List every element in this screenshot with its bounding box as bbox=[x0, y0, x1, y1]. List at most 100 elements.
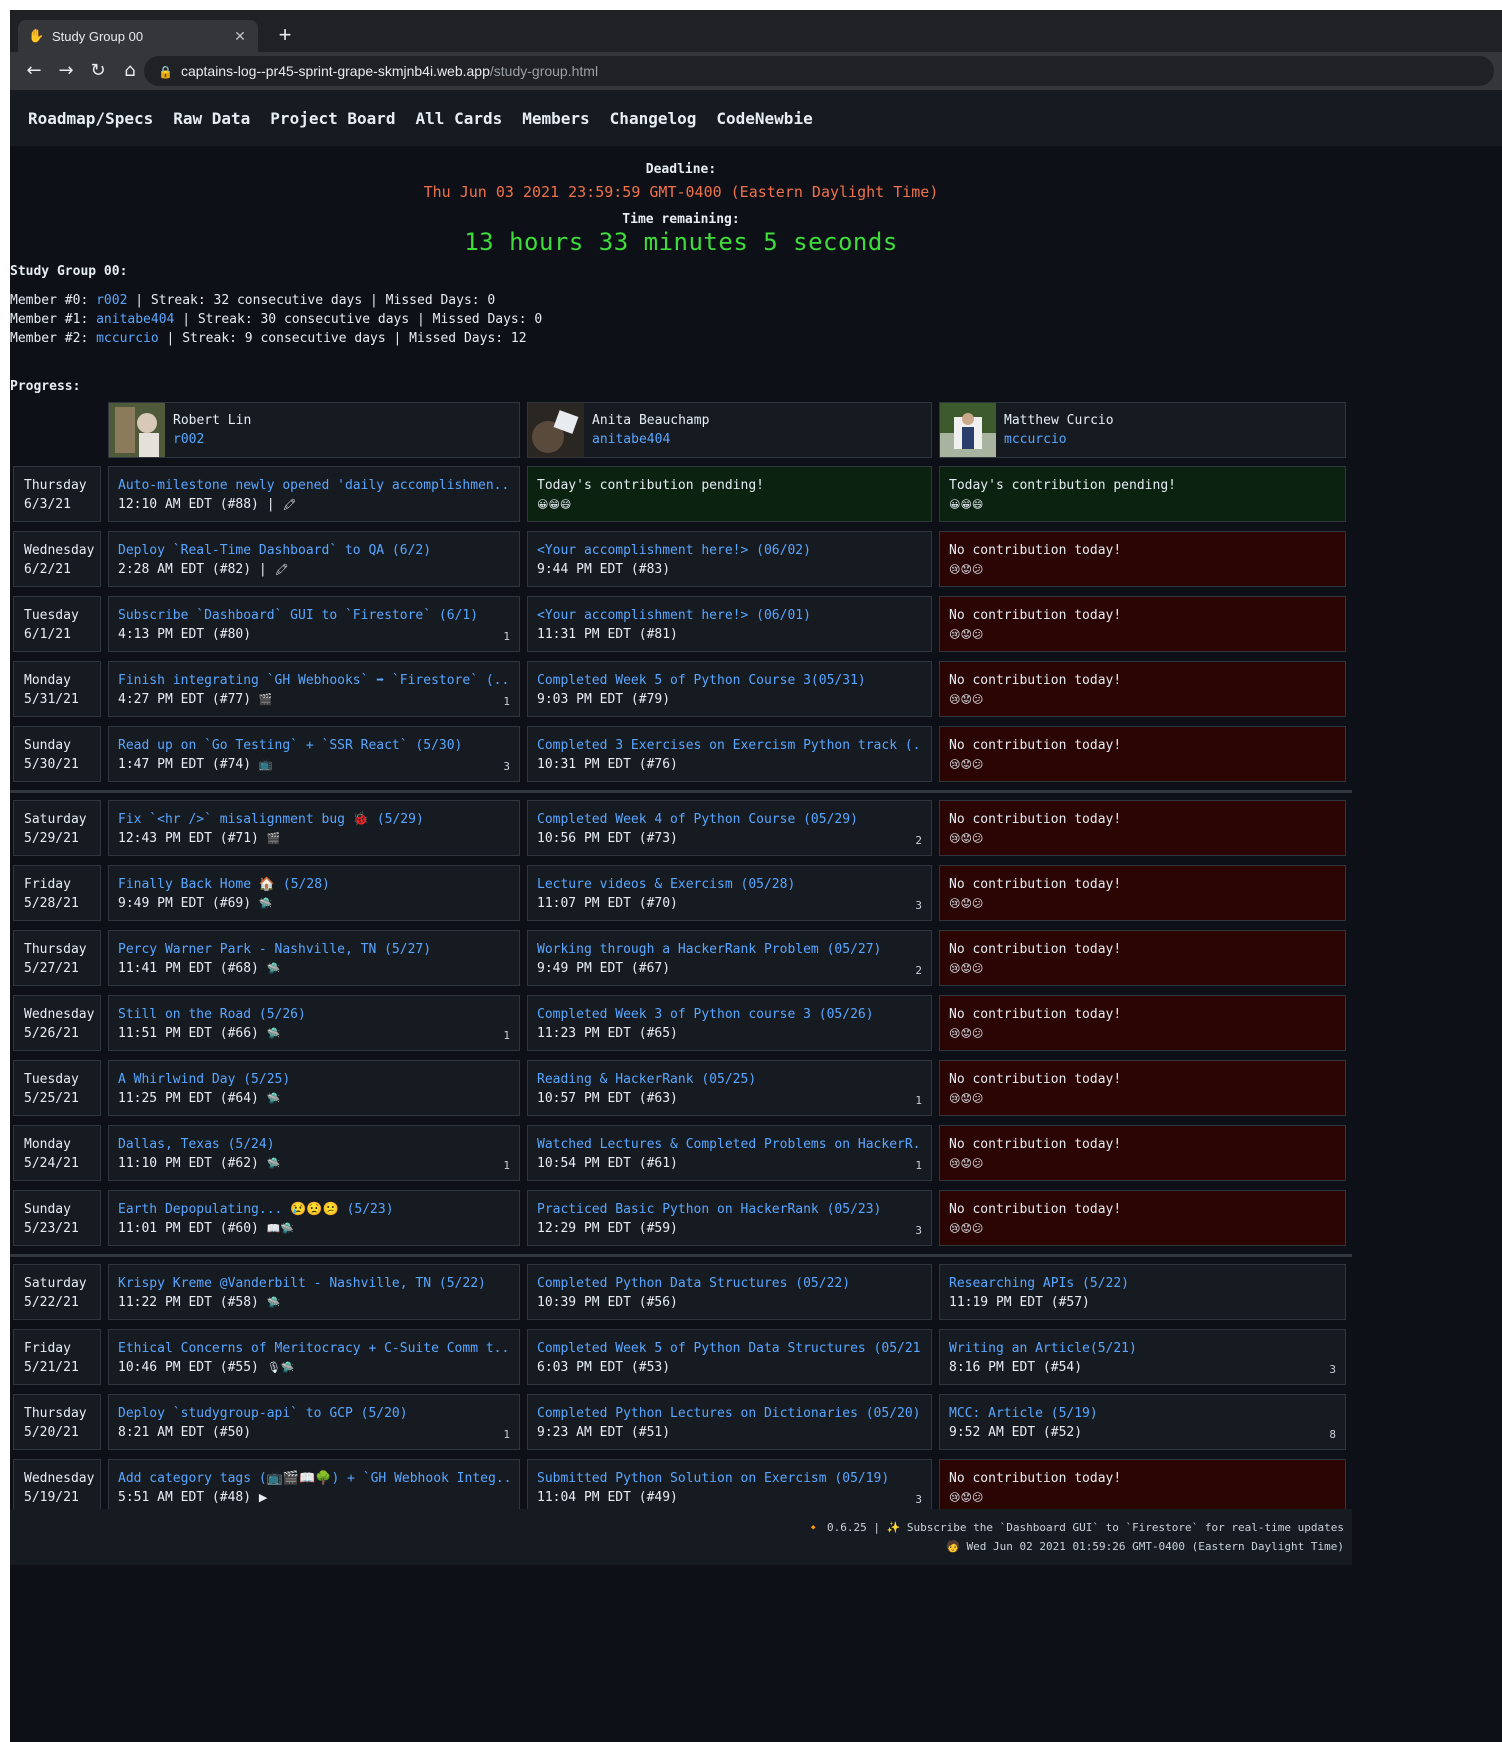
card-title-link[interactable]: Add category tags (📺🎬📖🌳) + `GH Webhook I… bbox=[118, 1469, 509, 1488]
contribution-card[interactable]: Completed Python Data Structures (05/22)… bbox=[527, 1264, 932, 1320]
day-date: 5/23/21 bbox=[24, 1221, 79, 1236]
nav-all-cards[interactable]: All Cards bbox=[416, 109, 503, 128]
member-link[interactable]: mccurcio bbox=[96, 331, 159, 346]
person-username-link[interactable]: mccurcio bbox=[1004, 432, 1067, 447]
contribution-card[interactable]: Ethical Concerns of Meritocracy + C-Suit… bbox=[108, 1329, 520, 1385]
card-title-link[interactable]: Completed Week 5 of Python Data Structur… bbox=[537, 1339, 921, 1358]
card-title-link[interactable]: Completed Python Data Structures (05/22) bbox=[537, 1274, 921, 1293]
card-status-text: No contribution today! bbox=[949, 608, 1122, 623]
contribution-card[interactable]: Still on the Road (5/26) 11:51 PM EDT (#6… bbox=[108, 995, 520, 1051]
contribution-card[interactable]: Practiced Basic Python on HackerRank (05… bbox=[527, 1190, 932, 1246]
person-username-link[interactable]: r002 bbox=[173, 432, 204, 447]
contribution-card[interactable]: Submitted Python Solution on Exercism (0… bbox=[527, 1459, 932, 1515]
card-meta: 9:49 PM EDT (#67) bbox=[537, 959, 931, 978]
nav-roadmap-specs[interactable]: Roadmap/Specs bbox=[28, 109, 153, 128]
nav-changelog[interactable]: Changelog bbox=[610, 109, 697, 128]
card-title-link[interactable]: Researching APIs (5/22) bbox=[949, 1274, 1335, 1293]
card-title-link[interactable]: Dallas, Texas (5/24) bbox=[118, 1135, 509, 1154]
card-title-link[interactable]: Completed Week 4 of Python Course (05/29… bbox=[537, 810, 921, 829]
day-date: 5/30/21 bbox=[24, 757, 79, 772]
card-title-link[interactable]: Earth Depopulating... 😢😟😕 (5/23) bbox=[118, 1200, 509, 1219]
card-timestamp: 11:25 PM EDT (#64) bbox=[118, 1091, 267, 1106]
contribution-card[interactable]: Read up on `Go Testing` + `SSR React` (5… bbox=[108, 726, 520, 782]
contribution-card[interactable]: <Your accomplishment here!> (06/01) 11:31… bbox=[527, 596, 932, 652]
nav-members[interactable]: Members bbox=[522, 109, 589, 128]
card-title-link[interactable]: Practiced Basic Python on HackerRank (05… bbox=[537, 1200, 921, 1219]
browser-tab[interactable]: ✋ Study Group 00 ✕ bbox=[18, 20, 258, 52]
contribution-card[interactable]: MCC: Article (5/19) 9:52 AM EDT (#52) 8 bbox=[939, 1394, 1346, 1450]
category-tags-icon: 📺 bbox=[258, 758, 273, 771]
card-title-link[interactable]: Krispy Kreme @Vanderbilt - Nashville, TN… bbox=[118, 1274, 509, 1293]
card-title-link[interactable]: <Your accomplishment here!> (06/01) bbox=[537, 606, 921, 625]
contribution-card[interactable]: Writing an Article(5/21) 8:16 PM EDT (#54… bbox=[939, 1329, 1346, 1385]
reload-icon[interactable]: ↻ bbox=[82, 55, 114, 87]
nav-codenewbie[interactable]: CodeNewbie bbox=[716, 109, 812, 128]
card-title-link[interactable]: Submitted Python Solution on Exercism (0… bbox=[537, 1469, 921, 1488]
new-tab-icon[interactable]: + bbox=[272, 22, 298, 48]
contribution-card[interactable]: Completed Week 3 of Python course 3 (05/… bbox=[527, 995, 932, 1051]
contribution-card[interactable]: Krispy Kreme @Vanderbilt - Nashville, TN… bbox=[108, 1264, 520, 1320]
contribution-card[interactable]: Completed 3 Exercises on Exercism Python… bbox=[527, 726, 932, 782]
card-title-link[interactable]: Completed Week 5 of Python Course 3(05/3… bbox=[537, 671, 921, 690]
contribution-card[interactable]: Percy Warner Park - Nashville, TN (5/27)… bbox=[108, 930, 520, 986]
contribution-card[interactable]: Researching APIs (5/22) 11:19 PM EDT (#57… bbox=[939, 1264, 1346, 1320]
card-title-link[interactable]: Finally Back Home 🏠 (5/28) bbox=[118, 875, 509, 894]
contribution-card[interactable]: Subscribe `Dashboard` GUI to `Firestore`… bbox=[108, 596, 520, 652]
card-title-link[interactable]: A Whirlwind Day (5/25) bbox=[118, 1070, 509, 1089]
nav-raw-data[interactable]: Raw Data bbox=[173, 109, 250, 128]
contribution-card[interactable]: Deploy `Real-Time Dashboard` to QA (6/2)… bbox=[108, 531, 520, 587]
contribution-card[interactable]: Completed Python Lectures on Dictionarie… bbox=[527, 1394, 932, 1450]
card-title-link[interactable]: Completed Week 3 of Python course 3 (05/… bbox=[537, 1005, 921, 1024]
contribution-card[interactable]: Auto-milestone newly opened 'daily accom… bbox=[108, 466, 520, 522]
member-link[interactable]: anitabe404 bbox=[96, 312, 174, 327]
member-stats: | Streak: 30 consecutive days | Missed D… bbox=[174, 312, 543, 327]
card-title-link[interactable]: Auto-milestone newly opened 'daily accom… bbox=[118, 476, 509, 495]
card-title-link[interactable]: Deploy `Real-Time Dashboard` to QA (6/2) bbox=[118, 541, 509, 560]
contribution-card[interactable]: Working through a HackerRank Problem (05… bbox=[527, 930, 932, 986]
nav-project-board[interactable]: Project Board bbox=[270, 109, 395, 128]
card-title-link[interactable]: Writing an Article(5/21) bbox=[949, 1339, 1335, 1358]
card-title-link[interactable]: Completed 3 Exercises on Exercism Python… bbox=[537, 736, 921, 755]
card-title-link[interactable]: Deploy `studygroup-api` to GCP (5/20) bbox=[118, 1404, 509, 1423]
contribution-card[interactable]: Completed Week 4 of Python Course (05/29… bbox=[527, 800, 932, 856]
contribution-card[interactable]: A Whirlwind Day (5/25) 11:25 PM EDT (#64)… bbox=[108, 1060, 520, 1116]
card-title-link[interactable]: Read up on `Go Testing` + `SSR React` (5… bbox=[118, 736, 509, 755]
card-title-link[interactable]: Finish integrating `GH Webhooks` ➡ `Fire… bbox=[118, 671, 509, 690]
member-link[interactable]: r002 bbox=[96, 293, 127, 308]
contribution-card[interactable]: Completed Week 5 of Python Course 3(05/3… bbox=[527, 661, 932, 717]
card-title-link[interactable]: Lecture videos & Exercism (05/28) bbox=[537, 875, 921, 894]
card-title-link[interactable]: MCC: Article (5/19) bbox=[949, 1404, 1335, 1423]
card-title-link[interactable]: Working through a HackerRank Problem (05… bbox=[537, 940, 921, 959]
card-timestamp: 10:46 PM EDT (#55) bbox=[118, 1360, 267, 1375]
address-bar[interactable]: 🔒 captains-log--pr45-sprint-grape-skmjnb4… bbox=[144, 56, 1494, 86]
member-stats: | Streak: 9 consecutive days | Missed Da… bbox=[158, 331, 527, 346]
card-title-link[interactable]: Completed Python Lectures on Dictionarie… bbox=[537, 1404, 921, 1423]
contribution-card[interactable]: Finish integrating `GH Webhooks` ➡ `Fire… bbox=[108, 661, 520, 717]
contribution-card[interactable]: Fix `<hr />` misalignment bug 🐞 (5/29) 12… bbox=[108, 800, 520, 856]
contribution-card[interactable]: Watched Lectures & Completed Problems on… bbox=[527, 1125, 932, 1181]
home-icon[interactable]: ⌂ bbox=[114, 55, 146, 87]
contribution-card[interactable]: Dallas, Texas (5/24) 11:10 PM EDT (#62) 🛸… bbox=[108, 1125, 520, 1181]
contribution-card[interactable]: Earth Depopulating... 😢😟😕 (5/23) 11:01 PM… bbox=[108, 1190, 520, 1246]
card-title-link[interactable]: Still on the Road (5/26) bbox=[118, 1005, 509, 1024]
card-meta: 4:27 PM EDT (#77) 🎬 bbox=[118, 690, 519, 709]
person-username-link[interactable]: anitabe404 bbox=[592, 432, 670, 447]
contribution-card[interactable]: Finally Back Home 🏠 (5/28) 9:49 PM EDT (#… bbox=[108, 865, 520, 921]
contribution-card[interactable]: Deploy `studygroup-api` to GCP (5/20) 8:2… bbox=[108, 1394, 520, 1450]
close-tab-icon[interactable]: ✕ bbox=[232, 28, 248, 45]
card-title-link[interactable]: Fix `<hr />` misalignment bug 🐞 (5/29) bbox=[118, 810, 509, 829]
contribution-card[interactable]: Reading & HackerRank (05/25) 10:57 PM EDT… bbox=[527, 1060, 932, 1116]
contribution-card[interactable]: Lecture videos & Exercism (05/28) 11:07 P… bbox=[527, 865, 932, 921]
contribution-card[interactable]: Completed Week 5 of Python Data Structur… bbox=[527, 1329, 932, 1385]
day-cell: Friday 5/21/21 bbox=[13, 1329, 101, 1385]
contribution-card[interactable]: Add category tags (📺🎬📖🌳) + `GH Webhook I… bbox=[108, 1459, 520, 1515]
contribution-card[interactable]: <Your accomplishment here!> (06/02) 9:44 … bbox=[527, 531, 932, 587]
card-title-link[interactable]: Percy Warner Park - Nashville, TN (5/27) bbox=[118, 940, 509, 959]
forward-arrow-icon[interactable]: → bbox=[50, 55, 82, 87]
card-title-link[interactable]: Ethical Concerns of Meritocracy + C-Suit… bbox=[118, 1339, 509, 1358]
card-title-link[interactable]: <Your accomplishment here!> (06/02) bbox=[537, 541, 921, 560]
card-title-link[interactable]: Reading & HackerRank (05/25) bbox=[537, 1070, 921, 1089]
back-arrow-icon[interactable]: ← bbox=[18, 55, 50, 87]
card-title-link[interactable]: Watched Lectures & Completed Problems on… bbox=[537, 1135, 921, 1154]
card-title-link[interactable]: Subscribe `Dashboard` GUI to `Firestore`… bbox=[118, 606, 509, 625]
